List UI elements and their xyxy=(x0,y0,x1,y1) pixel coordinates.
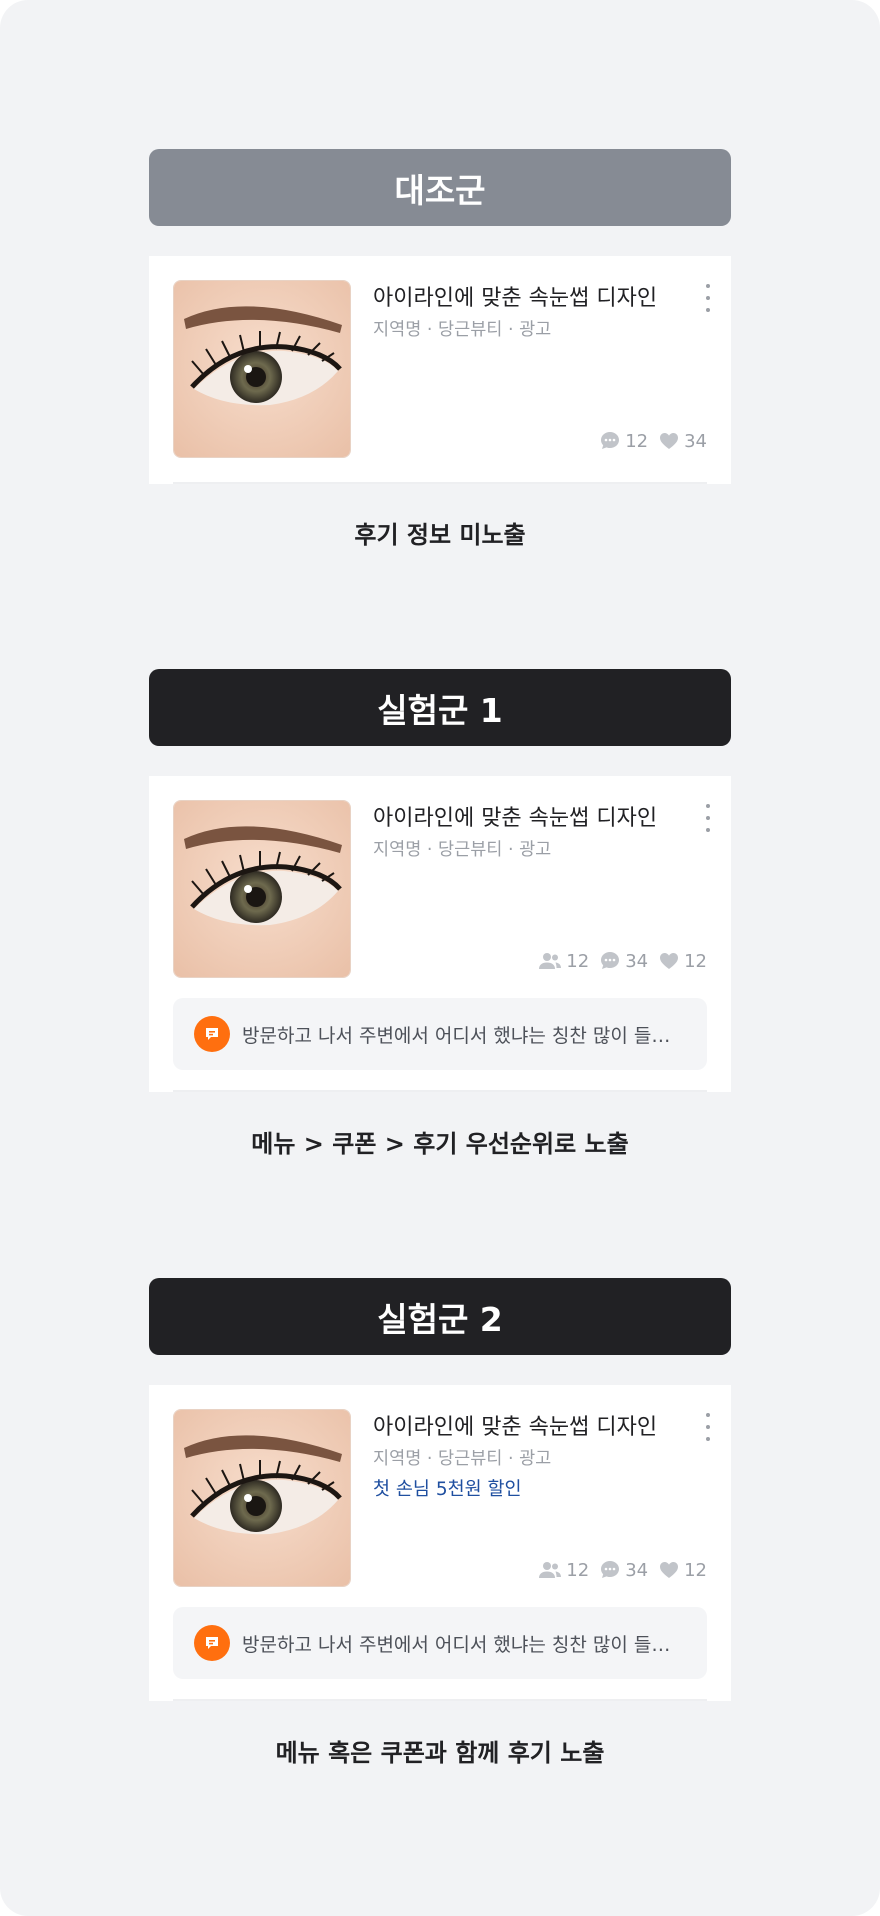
more-vertical-icon[interactable] xyxy=(705,804,711,832)
comment-count-value: 12 xyxy=(625,430,649,452)
eye-thumbnail xyxy=(173,1409,351,1587)
review-text: 방문하고 나서 주변에서 어디서 했냐는 칭찬 많이 들… xyxy=(242,1024,671,1047)
chat-bubble-icon xyxy=(601,952,620,969)
people-icon xyxy=(539,1562,562,1578)
chat-bubble-icon xyxy=(601,1561,620,1578)
experiment-2-group: 실험군 2 아이라인에 맞춘 속눈썹 디자인 지역명 · 당근뷰티 · 광고 첫… xyxy=(149,1278,731,1701)
comment-count: 34 xyxy=(599,950,648,972)
control-caption: 후기 정보 미노출 xyxy=(354,521,526,549)
listing-stats: 12 34 12 xyxy=(532,950,707,972)
page: 대조군 아이라인에 맞춘 속눈썹 디자인 지역명 · 당근뷰티 · 광고 12 … xyxy=(0,0,880,1916)
eye-thumbnail xyxy=(173,800,351,978)
heart-icon xyxy=(660,433,679,449)
comment-count: 34 xyxy=(599,1559,648,1581)
listing-title: 아이라인에 맞춘 속눈썹 디자인 xyxy=(373,806,658,831)
card-divider xyxy=(173,482,707,484)
eye-thumbnail xyxy=(173,280,351,458)
listing-card[interactable]: 아이라인에 맞춘 속눈썹 디자인 지역명 · 당근뷰티 · 광고 12 34 xyxy=(149,256,731,484)
chat-bubble-icon xyxy=(601,432,620,449)
coupon-label: 첫 손님 5천원 할인 xyxy=(373,1479,522,1500)
people-icon xyxy=(539,953,562,969)
visitor-count-value: 12 xyxy=(566,1559,590,1581)
listing-title: 아이라인에 맞춘 속눈썹 디자인 xyxy=(373,286,658,311)
listing-meta: 지역명 · 당근뷰티 · 광고 xyxy=(373,840,552,860)
like-count-value: 12 xyxy=(684,1559,707,1581)
like-count: 34 xyxy=(658,430,707,452)
review-preview[interactable]: 방문하고 나서 주변에서 어디서 했냐는 칭찬 많이 들… xyxy=(173,998,707,1070)
listing-title: 아이라인에 맞춘 속눈썹 디자인 xyxy=(373,1415,658,1440)
review-text: 방문하고 나서 주변에서 어디서 했냐는 칭찬 많이 들… xyxy=(242,1633,671,1656)
card-divider xyxy=(173,1090,707,1092)
listing-stats: 12 34 xyxy=(593,430,707,452)
listing-meta: 지역명 · 당근뷰티 · 광고 xyxy=(373,1449,552,1469)
listing-card[interactable]: 아이라인에 맞춘 속눈썹 디자인 지역명 · 당근뷰티 · 광고 12 34 1… xyxy=(149,776,731,1092)
comment-count-value: 34 xyxy=(625,950,649,972)
more-vertical-icon[interactable] xyxy=(705,1413,711,1441)
control-group: 대조군 아이라인에 맞춘 속눈썹 디자인 지역명 · 당근뷰티 · 광고 12 … xyxy=(149,149,731,484)
comment-count-value: 34 xyxy=(625,1559,649,1581)
experiment-1-group: 실험군 1 아이라인에 맞춘 속눈썹 디자인 지역명 · 당근뷰티 · 광고 1… xyxy=(149,669,731,1092)
experiment-2-caption: 메뉴 혹은 쿠폰과 함께 후기 노출 xyxy=(275,1739,605,1767)
visitor-count-value: 12 xyxy=(566,950,590,972)
review-badge-icon xyxy=(194,1016,230,1052)
experiment-2-header: 실험군 2 xyxy=(149,1278,731,1355)
visitor-count: 12 xyxy=(538,1559,589,1581)
experiment-1-caption: 메뉴 > 쿠폰 > 후기 우선순위로 노출 xyxy=(251,1130,629,1158)
visitor-count: 12 xyxy=(538,950,589,972)
listing-meta: 지역명 · 당근뷰티 · 광고 xyxy=(373,320,552,340)
control-header: 대조군 xyxy=(149,149,731,226)
like-count-value: 34 xyxy=(684,430,707,452)
comment-count: 12 xyxy=(599,430,648,452)
heart-icon xyxy=(660,1562,679,1578)
review-badge-icon xyxy=(194,1625,230,1661)
heart-icon xyxy=(660,953,679,969)
card-divider xyxy=(173,1699,707,1701)
like-count: 12 xyxy=(658,1559,707,1581)
more-vertical-icon[interactable] xyxy=(705,284,711,312)
review-preview[interactable]: 방문하고 나서 주변에서 어디서 했냐는 칭찬 많이 들… xyxy=(173,1607,707,1679)
listing-stats: 12 34 12 xyxy=(532,1559,707,1581)
listing-card[interactable]: 아이라인에 맞춘 속눈썹 디자인 지역명 · 당근뷰티 · 광고 첫 손님 5천… xyxy=(149,1385,731,1701)
like-count-value: 12 xyxy=(684,950,707,972)
experiment-1-header: 실험군 1 xyxy=(149,669,731,746)
like-count: 12 xyxy=(658,950,707,972)
